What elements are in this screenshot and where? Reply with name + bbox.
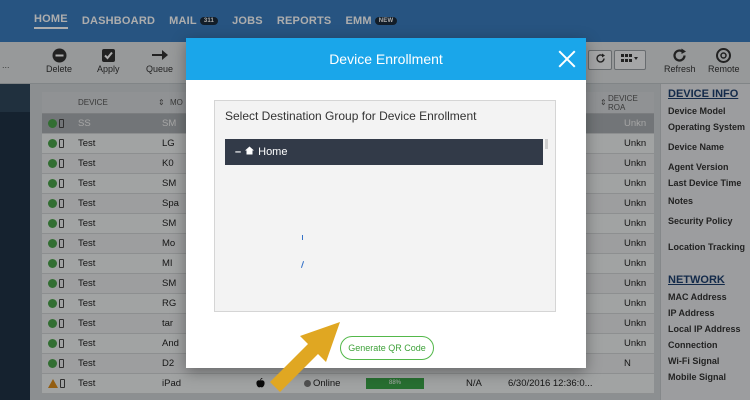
pointer-arrow-icon	[270, 322, 340, 392]
tree-node-home[interactable]: – Home	[225, 139, 543, 165]
tree-node-label: Home	[258, 146, 288, 158]
group-picker: Select Destination Group for Device Enro…	[214, 100, 556, 312]
modal-title: Device Enrollment	[329, 51, 443, 67]
cursor-mark	[300, 261, 305, 268]
cursor-mark	[302, 235, 303, 240]
home-icon	[245, 146, 255, 158]
device-enrollment-modal: Device Enrollment Select Destination Gro…	[186, 38, 586, 368]
modal-header: Device Enrollment	[186, 38, 586, 80]
close-icon[interactable]	[556, 48, 578, 70]
collapse-icon[interactable]: –	[235, 146, 241, 158]
app-root: HOME DASHBOARD MAIL 311 JOBS REPORTS EMM…	[0, 0, 750, 400]
tree-scrollbar[interactable]	[545, 139, 548, 149]
group-picker-title: Select Destination Group for Device Enro…	[225, 109, 477, 123]
